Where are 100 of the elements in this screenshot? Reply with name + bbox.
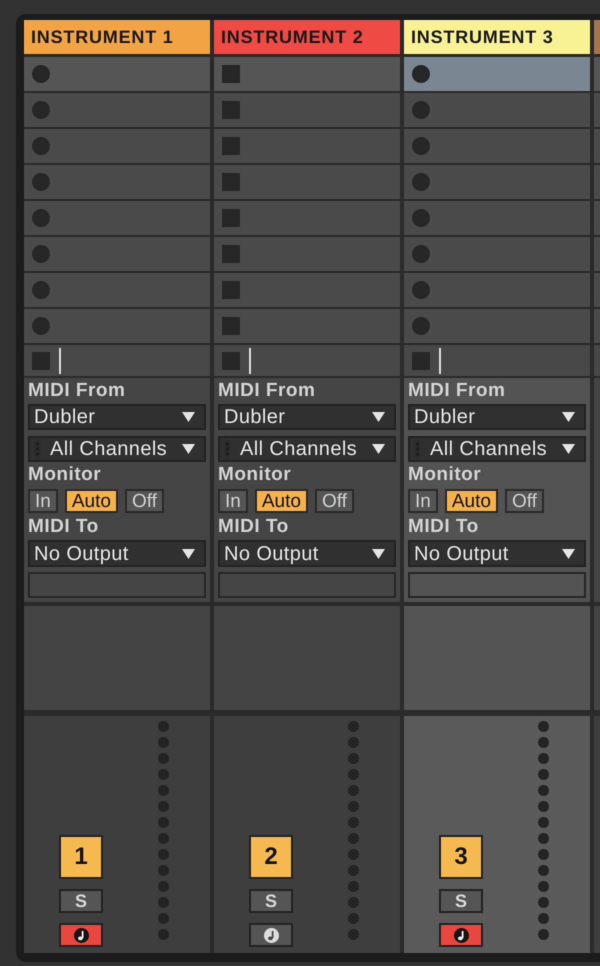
clip-slot[interactable]	[24, 201, 210, 235]
note-circle-icon	[264, 928, 278, 942]
clip-slot[interactable]	[404, 273, 590, 307]
monitor-button[interactable]: Auto	[64, 489, 118, 513]
dropdown-arrow-icon	[562, 444, 575, 454]
track-header[interactable]	[594, 20, 600, 54]
clip-slot[interactable]	[24, 273, 210, 307]
stop-icon	[222, 317, 240, 335]
midi-to-label: MIDI To	[218, 516, 290, 538]
clip-slot[interactable]	[404, 93, 590, 127]
clip-slot[interactable]	[214, 129, 400, 163]
clip-slot[interactable]	[24, 237, 210, 271]
record-icon	[412, 101, 430, 119]
monitor-button[interactable]: Off	[314, 489, 354, 513]
dropdown-arrow-icon	[182, 548, 195, 558]
dropdown-arrow-icon	[372, 548, 385, 558]
record-icon	[32, 281, 50, 299]
clip-slot[interactable]	[594, 201, 600, 235]
record-icon	[412, 245, 430, 263]
clip-slot[interactable]	[24, 165, 210, 199]
record-icon	[412, 173, 430, 191]
monitor-button[interactable]: In	[28, 489, 58, 513]
stop-icon[interactable]	[412, 352, 430, 370]
clip-slot[interactable]	[24, 309, 210, 343]
dropdown[interactable]: No Output	[408, 540, 586, 567]
clip-slot[interactable]	[24, 57, 210, 91]
dropdown[interactable]: No Output	[218, 540, 396, 567]
dropdown[interactable]: All Channels	[408, 436, 586, 462]
record-icon	[412, 65, 430, 83]
monitor-label: Monitor	[28, 464, 102, 486]
dropdown[interactable]: No Output	[28, 540, 206, 567]
record-icon	[32, 317, 50, 335]
clip-slot[interactable]	[214, 57, 400, 91]
record-icon	[32, 173, 50, 191]
monitor-button[interactable]: Auto	[254, 489, 308, 513]
clip-slot[interactable]	[24, 93, 210, 127]
clip-slot[interactable]	[214, 273, 400, 307]
dropdown-arrow-icon	[182, 444, 195, 454]
dropdown[interactable]: All Channels	[218, 436, 396, 462]
dropdown[interactable]: Dubler	[218, 404, 396, 430]
input-field[interactable]	[408, 572, 586, 598]
monitor-button[interactable]: In	[408, 489, 438, 513]
track-header[interactable]: INSTRUMENT 3	[404, 20, 590, 54]
record-icon	[412, 209, 430, 227]
record-icon	[32, 137, 50, 155]
monitor-button[interactable]: Off	[124, 489, 164, 513]
stop-icon	[222, 137, 240, 155]
stop-icon	[222, 65, 240, 83]
arm-button[interactable]	[249, 923, 293, 947]
clip-slot[interactable]	[594, 237, 600, 271]
clip-slot[interactable]	[214, 93, 400, 127]
clip-slot[interactable]	[594, 273, 600, 307]
clip-slot[interactable]	[594, 129, 600, 163]
midi-from-label: MIDI From	[408, 380, 506, 402]
dropdown[interactable]: All Channels	[28, 436, 206, 462]
clip-slot[interactable]	[594, 57, 600, 91]
midi-to-label: MIDI To	[28, 516, 100, 538]
clip-slot[interactable]	[214, 165, 400, 199]
arm-button[interactable]	[59, 923, 103, 947]
track-number-button[interactable]: 2	[249, 835, 293, 879]
input-field[interactable]	[218, 572, 396, 598]
stop-icon	[222, 173, 240, 191]
record-icon	[412, 281, 430, 299]
track-header[interactable]: INSTRUMENT 2	[214, 20, 400, 54]
track-number-button[interactable]: 1	[59, 835, 103, 879]
dropdown-arrow-icon	[562, 548, 575, 558]
stop-icon	[222, 101, 240, 119]
track-number-button[interactable]: 3	[439, 835, 483, 879]
record-icon	[412, 137, 430, 155]
clip-slot[interactable]	[214, 309, 400, 343]
stop-icon[interactable]	[222, 352, 240, 370]
monitor-button[interactable]: In	[218, 489, 248, 513]
stop-icon[interactable]	[32, 352, 50, 370]
stop-icon	[222, 281, 240, 299]
clip-slot[interactable]	[594, 309, 600, 343]
clip-slot[interactable]	[404, 57, 590, 91]
clip-slot[interactable]	[404, 309, 590, 343]
record-icon	[412, 317, 430, 335]
clip-slot[interactable]	[24, 129, 210, 163]
monitor-button[interactable]: Auto	[444, 489, 498, 513]
record-icon	[32, 209, 50, 227]
clip-slot[interactable]	[404, 201, 590, 235]
dropdown[interactable]: Dubler	[28, 404, 206, 430]
solo-button[interactable]: S	[59, 889, 103, 913]
clip-slot[interactable]	[594, 93, 600, 127]
arm-button[interactable]	[439, 923, 483, 947]
clip-slot[interactable]	[404, 165, 590, 199]
stop-icon	[222, 209, 240, 227]
clip-slot[interactable]	[404, 237, 590, 271]
clip-slot[interactable]	[214, 201, 400, 235]
clip-slot[interactable]	[404, 129, 590, 163]
monitor-label: Monitor	[408, 464, 482, 486]
dropdown[interactable]: Dubler	[408, 404, 586, 430]
clip-slot[interactable]	[594, 165, 600, 199]
track-header[interactable]: INSTRUMENT 1	[24, 20, 210, 54]
clip-slot[interactable]	[214, 237, 400, 271]
monitor-button[interactable]: Off	[504, 489, 544, 513]
input-field[interactable]	[28, 572, 206, 598]
solo-button[interactable]: S	[439, 889, 483, 913]
solo-button[interactable]: S	[249, 889, 293, 913]
